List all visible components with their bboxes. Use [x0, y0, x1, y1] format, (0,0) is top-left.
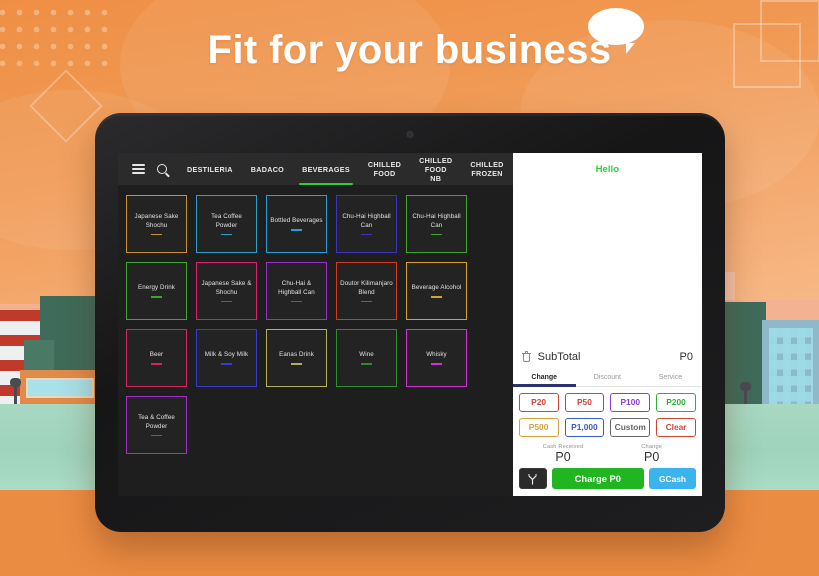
- product-tile[interactable]: Chu-Hai Highball Can: [406, 195, 467, 253]
- product-tile-accent: [151, 233, 162, 236]
- product-tile-label: Japanese Sake & Shochu: [201, 279, 252, 296]
- product-tile-accent: [431, 296, 442, 298]
- product-tile-label: Chu-Hai Highball Can: [412, 212, 461, 229]
- product-tile-accent: [221, 233, 232, 236]
- category-tab[interactable]: CHILLED FROZEN: [461, 153, 512, 185]
- pos-app-screen: DESTILERIA BADACO BEVERAGES CHILLED FOOD CHI…: [118, 153, 702, 496]
- product-tile[interactable]: Energy Drink: [126, 262, 187, 320]
- subtotal-amount: P0: [679, 350, 693, 363]
- checkout-actions: Charge P0 GCash: [513, 466, 702, 496]
- speech-bubble-icon: [588, 8, 644, 54]
- product-tile-label: Beer: [149, 351, 164, 359]
- product-tile-label: Chu-Hai Highball Can: [342, 212, 391, 229]
- product-tile-label: Doutor Kilimanjaro Blend: [340, 279, 393, 296]
- product-tile-accent: [431, 233, 442, 236]
- totals-row: Cash Received P0 Change P0: [513, 443, 702, 466]
- product-tile-accent: [361, 300, 372, 303]
- denomination-row: P500 P1,000 Custom Clear: [518, 417, 696, 437]
- subtotal-row: SubTotal P0: [513, 351, 702, 369]
- product-tile-label: Energy Drink: [138, 284, 175, 292]
- product-tile-label: Bottled Beverages: [270, 217, 323, 225]
- product-tile-accent: [431, 363, 442, 365]
- product-tile-accent: [151, 296, 162, 298]
- product-tile-accent: [291, 300, 302, 303]
- product-tile[interactable]: Bottled Beverages: [266, 195, 327, 253]
- category-tab-list: DESTILERIA BADACO BEVERAGES CHILLED FOOD CHI…: [178, 153, 513, 186]
- split-payment-icon[interactable]: [518, 468, 547, 489]
- camera-icon: [406, 131, 414, 138]
- checkout-tab[interactable]: Discount: [576, 369, 639, 386]
- catalog-topbar: DESTILERIA BADACO BEVERAGES CHILLED FOOD CHI…: [118, 153, 513, 186]
- denomination-button[interactable]: P200: [656, 392, 696, 412]
- product-tile-label: Tea & Coffee Powder: [138, 413, 175, 430]
- product-tile[interactable]: Whisky: [406, 329, 467, 387]
- product-tile[interactable]: Japanese Sake & Shochu: [196, 262, 257, 320]
- category-tab[interactable]: CHILLED FOOD NB: [410, 153, 461, 185]
- product-tile-label: Beverage Alcohol: [411, 284, 462, 292]
- denomination-button-group: P20 P50 P100 P200 P500 P1,000 Custom Clear: [513, 387, 702, 443]
- trash-icon[interactable]: [521, 351, 531, 363]
- product-tile[interactable]: Wine: [336, 329, 397, 387]
- product-tile-label: Chu-Hai & Highball Can: [278, 279, 315, 296]
- cash-received-field: Cash Received P0: [519, 444, 608, 464]
- denomination-button[interactable]: Custom: [610, 417, 651, 437]
- product-tile[interactable]: Chu-Hai & Highball Can: [266, 262, 327, 320]
- denomination-button[interactable]: P500: [518, 417, 559, 437]
- denomination-button[interactable]: P50: [564, 392, 605, 412]
- product-tile[interactable]: Beer: [126, 329, 187, 387]
- product-tile-accent: [221, 300, 232, 303]
- product-tile[interactable]: Tea Coffee Powder: [196, 195, 257, 253]
- product-tile[interactable]: Doutor Kilimanjaro Blend: [336, 262, 397, 320]
- checkout-tab-list: Change Discount Service: [512, 369, 702, 387]
- checkout-tab[interactable]: Change: [512, 369, 576, 387]
- product-tile-grid: Japanese Sake Shochu Tea Coffee Powder Bot…: [118, 185, 513, 496]
- change-field: Change P0: [607, 444, 696, 464]
- cash-received-value: P0: [555, 449, 571, 464]
- denomination-button[interactable]: P1,000: [564, 417, 605, 437]
- charge-button[interactable]: Charge P0: [551, 468, 644, 489]
- product-tile-label: Tea Coffee Powder: [211, 212, 242, 229]
- checkout-tab[interactable]: Service: [639, 369, 702, 386]
- category-tab[interactable]: CHILLED FOOD: [359, 153, 410, 185]
- cart-items-area: [513, 175, 702, 351]
- product-tile-accent: [291, 363, 302, 365]
- product-tile-label: Eanas Drink: [279, 351, 314, 359]
- page-title: Fit for your business: [207, 28, 612, 72]
- product-tile-accent: [361, 233, 372, 236]
- product-tile[interactable]: Chu-Hai Highball Can: [336, 195, 397, 253]
- product-tile-label: Milk & Soy Milk: [204, 351, 249, 359]
- category-tab[interactable]: BADACO: [242, 153, 293, 185]
- product-tile[interactable]: Eanas Drink: [266, 329, 327, 387]
- product-tile-label: Whisky: [426, 351, 447, 359]
- hamburger-menu-icon[interactable]: [126, 157, 150, 181]
- checkout-panel: Hello SubTotal P0 Change Discount Service …: [512, 153, 702, 496]
- product-catalog-panel: DESTILERIA BADACO BEVERAGES CHILLED FOOD CHI…: [118, 153, 513, 496]
- product-tile[interactable]: Milk & Soy Milk: [196, 329, 257, 387]
- category-tab[interactable]: DESTILERIA: [178, 153, 242, 185]
- product-tile-accent: [151, 363, 162, 365]
- greeting-text: Hello: [595, 164, 620, 175]
- category-tab[interactable]: BEVERAGES: [293, 153, 359, 186]
- denomination-button[interactable]: P100: [610, 392, 651, 412]
- product-tile-accent: [221, 363, 232, 365]
- product-tile-label: Wine: [359, 351, 374, 359]
- product-tile[interactable]: Japanese Sake Shochu: [126, 195, 187, 253]
- product-tile[interactable]: Tea & Coffee Powder: [126, 396, 187, 454]
- denomination-button[interactable]: Clear: [656, 417, 696, 437]
- denomination-row: P20 P50 P100 P200: [518, 392, 696, 412]
- search-icon[interactable]: [150, 157, 174, 181]
- gcash-button[interactable]: GCash: [649, 468, 696, 489]
- product-tile[interactable]: Beverage Alcohol: [406, 262, 467, 320]
- denomination-button[interactable]: P20: [518, 392, 559, 412]
- subtotal-label: SubTotal: [537, 350, 581, 363]
- product-tile-accent: [151, 434, 162, 437]
- tablet-device-frame: DESTILERIA BADACO BEVERAGES CHILLED FOOD CHI…: [95, 113, 725, 532]
- product-tile-accent: [291, 229, 302, 231]
- product-tile-label: Japanese Sake Shochu: [134, 212, 179, 229]
- product-tile-accent: [361, 363, 372, 365]
- change-value: P0: [644, 449, 660, 464]
